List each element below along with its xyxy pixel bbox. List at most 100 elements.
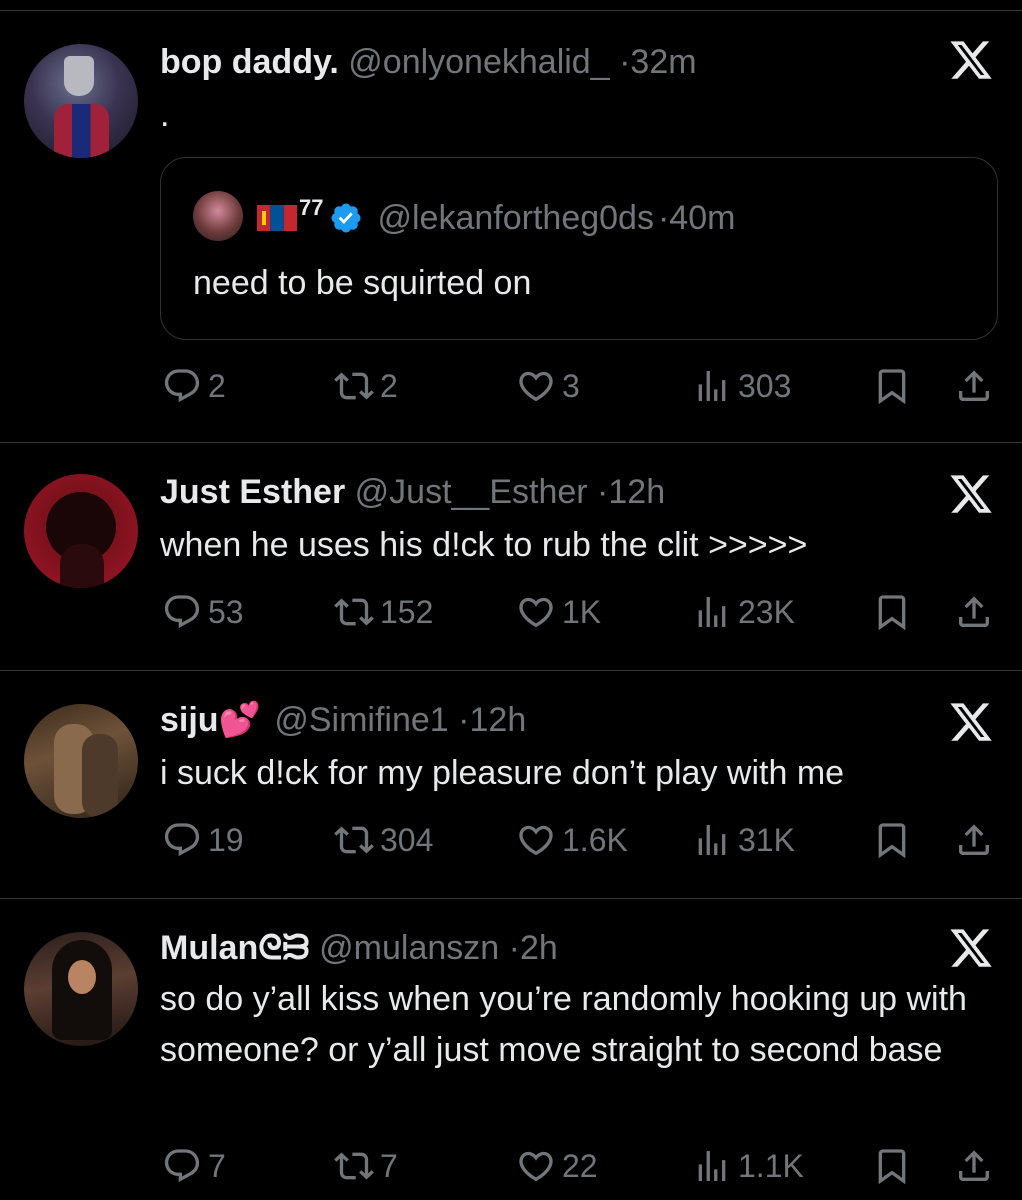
quote-username[interactable]: @lekanfortheg0ds	[377, 198, 653, 238]
like-button[interactable]: 1K	[516, 592, 601, 632]
repost-icon	[334, 1146, 374, 1186]
timestamp[interactable]: 2h	[520, 929, 558, 967]
view-count: 23K	[738, 593, 795, 630]
bookmark-icon	[872, 820, 912, 860]
x-logo-icon	[948, 702, 994, 746]
views-icon	[692, 820, 732, 860]
reply-icon	[162, 366, 202, 406]
bookmark-button[interactable]	[872, 592, 912, 632]
reply-button[interactable]: 7	[162, 1146, 226, 1186]
reply-icon	[162, 820, 202, 860]
reply-button[interactable]: 53	[162, 592, 244, 632]
like-count: 1K	[562, 593, 602, 630]
like-icon	[516, 366, 556, 406]
views-button[interactable]: 1.1K	[692, 1146, 804, 1186]
repost-icon	[334, 820, 374, 860]
separator-dot: ·	[597, 473, 609, 511]
x-logo-icon	[948, 474, 994, 518]
views-icon	[692, 592, 732, 632]
username[interactable]: @onlyonekhalid_	[348, 43, 609, 81]
x-logo-icon	[948, 40, 994, 84]
like-count: 3	[562, 367, 580, 404]
repost-button[interactable]: 152	[334, 592, 433, 632]
bookmark-button[interactable]	[872, 820, 912, 860]
repost-button[interactable]: 2	[334, 366, 398, 406]
tweet-header: Just Esther @Just__Esther ·12h	[160, 472, 665, 512]
quote-avatar[interactable]	[193, 191, 243, 241]
reply-count: 2	[208, 367, 226, 404]
share-icon	[954, 592, 994, 632]
action-bar: 53 152 1K 23K	[0, 592, 1022, 632]
views-button[interactable]: 303	[692, 366, 791, 406]
repost-count: 2	[380, 367, 398, 404]
like-count: 22	[562, 1147, 598, 1184]
timestamp[interactable]: 12h	[608, 473, 665, 511]
quoted-tweet[interactable]: 77 @lekanfortheg0ds · 40m need to be squ…	[160, 157, 998, 340]
tweet-divider	[0, 898, 1022, 899]
display-name[interactable]: siju💕	[160, 701, 261, 739]
avatar[interactable]	[24, 704, 138, 818]
views-button[interactable]: 23K	[692, 592, 795, 632]
bookmark-icon	[872, 366, 912, 406]
like-icon	[516, 1146, 556, 1186]
quote-header: 77 @lekanfortheg0ds · 40m	[257, 195, 735, 238]
share-button[interactable]	[954, 592, 994, 632]
tweet-divider	[0, 670, 1022, 671]
reply-icon	[162, 1146, 202, 1186]
username[interactable]: @mulanszn	[319, 929, 499, 967]
view-count: 1.1K	[738, 1147, 804, 1184]
action-bar: 7 7 22 1.1K	[0, 1146, 1022, 1186]
share-icon	[954, 1146, 994, 1186]
like-button[interactable]: 22	[516, 1146, 598, 1186]
repost-button[interactable]: 7	[334, 1146, 398, 1186]
action-bar: 19 304 1.6K 31K	[0, 820, 1022, 860]
x-logo-icon	[948, 928, 994, 972]
like-button[interactable]: 3	[516, 366, 580, 406]
username[interactable]: @Just__Esther	[355, 473, 588, 511]
views-icon	[692, 1146, 732, 1186]
display-name[interactable]: Mulanᘓᙣ	[160, 929, 310, 967]
separator-dot: ·	[458, 701, 470, 739]
reply-icon	[162, 592, 202, 632]
quote-timestamp[interactable]: 40m	[669, 198, 735, 238]
timestamp[interactable]: 12h	[470, 701, 527, 739]
share-button[interactable]	[954, 1146, 994, 1186]
quote-text: need to be squirted on	[193, 264, 532, 302]
bookmark-icon	[872, 1146, 912, 1186]
views-icon	[692, 366, 732, 406]
views-button[interactable]: 31K	[692, 820, 795, 860]
repost-count: 304	[380, 821, 434, 858]
like-button[interactable]: 1.6K	[516, 820, 628, 860]
username[interactable]: @Simifine1	[274, 701, 448, 739]
tweet-header: Mulanᘓᙣ @mulanszn ·2h	[160, 928, 558, 968]
display-name[interactable]: Just Esther	[160, 473, 345, 511]
like-count: 1.6K	[562, 821, 628, 858]
repost-count: 152	[380, 593, 434, 630]
reply-count: 19	[208, 821, 244, 858]
quote-display-name[interactable]: 77	[299, 188, 323, 228]
tweet-divider	[0, 442, 1022, 443]
top-divider	[0, 10, 1022, 11]
like-icon	[516, 592, 556, 632]
repost-icon	[334, 366, 374, 406]
reply-button[interactable]: 2	[162, 366, 226, 406]
share-button[interactable]	[954, 366, 994, 406]
verified-badge-icon	[331, 203, 362, 233]
avatar[interactable]	[24, 932, 138, 1046]
repost-button[interactable]: 304	[334, 820, 433, 860]
timestamp[interactable]: 32m	[630, 43, 696, 81]
bookmark-button[interactable]	[872, 1146, 912, 1186]
bookmark-button[interactable]	[872, 366, 912, 406]
reply-button[interactable]: 19	[162, 820, 244, 860]
display-name[interactable]: bop daddy.	[160, 43, 339, 81]
reply-count: 7	[208, 1147, 226, 1184]
avatar[interactable]	[24, 44, 138, 158]
view-count: 31K	[738, 821, 795, 858]
view-count: 303	[738, 367, 792, 404]
bookmark-icon	[872, 592, 912, 632]
avatar[interactable]	[24, 474, 138, 588]
tweet-header: siju💕 @Simifine1 ·12h	[160, 700, 526, 740]
share-button[interactable]	[954, 820, 994, 860]
repost-icon	[334, 592, 374, 632]
repost-count: 7	[380, 1147, 398, 1184]
